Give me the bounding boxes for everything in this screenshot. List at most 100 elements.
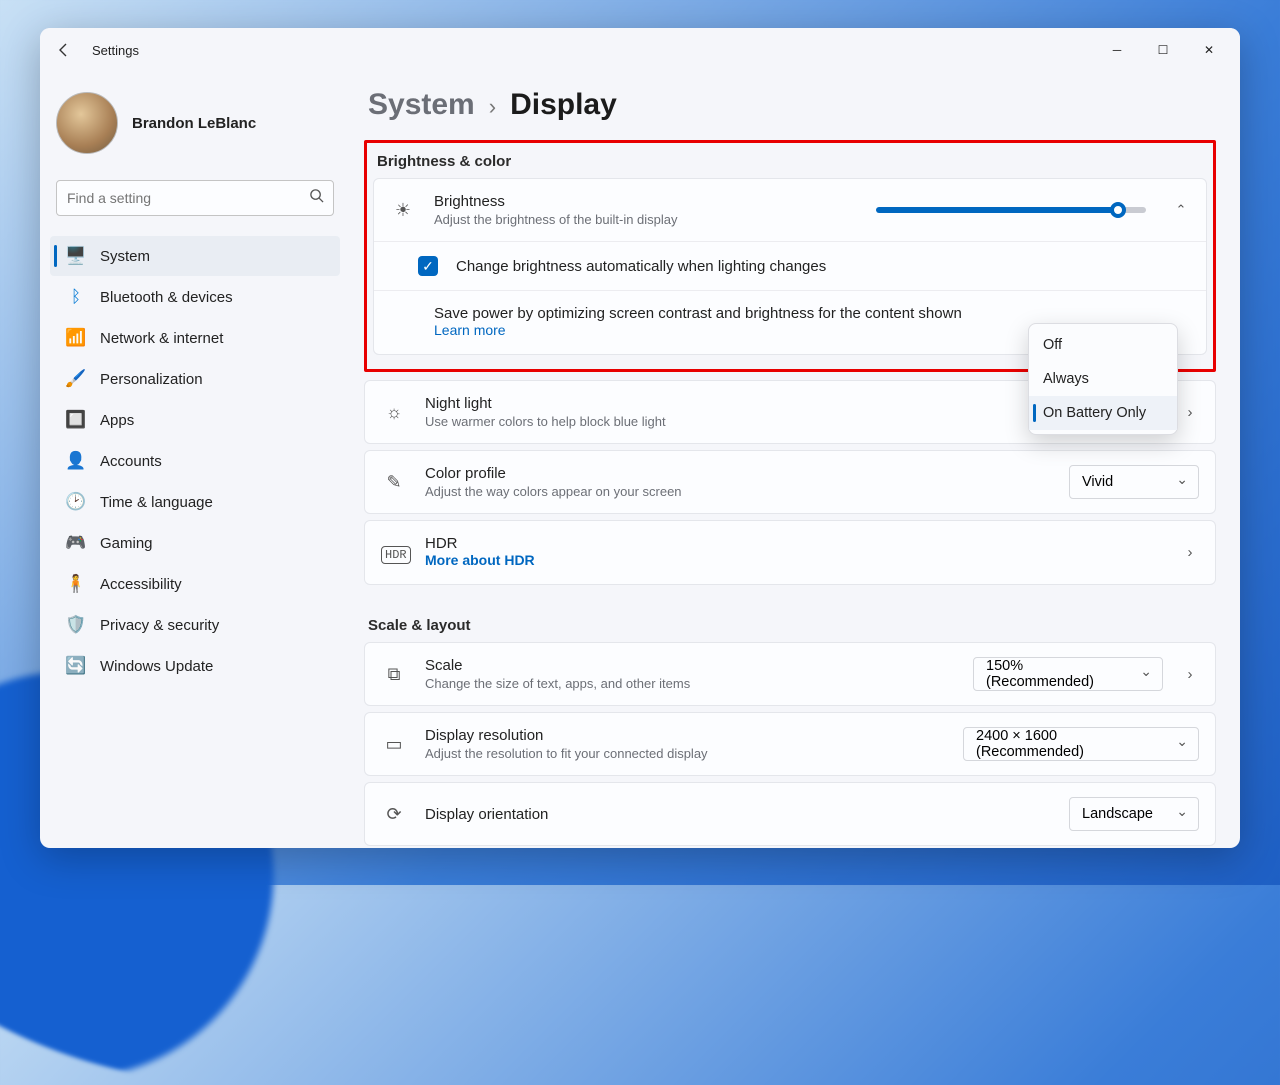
avatar <box>56 92 118 154</box>
brightness-title: Brightness <box>434 193 858 210</box>
window-controls: ─ ☐ ✕ <box>1094 34 1232 66</box>
resolution-icon: ▭ <box>381 734 407 755</box>
hdr-title: HDR <box>425 535 1163 552</box>
color-profile-sub: Adjust the way colors appear on your scr… <box>425 484 1051 499</box>
orientation-title: Display orientation <box>425 806 1051 823</box>
pen-icon: ✎ <box>381 472 407 493</box>
display-icon: 🖥️ <box>66 246 86 266</box>
sun-icon: ☀ <box>390 200 416 221</box>
scale-icon: ⧉ <box>381 664 407 685</box>
chevron-right-icon: › <box>489 94 496 120</box>
accessibility-icon: 🧍 <box>66 574 86 594</box>
profile-name: Brandon LeBlanc <box>132 115 256 132</box>
chevron-right-icon[interactable]: › <box>1181 666 1199 683</box>
nav-label: Windows Update <box>100 658 213 675</box>
nav-label: Accounts <box>100 453 162 470</box>
brightness-slider[interactable] <box>876 207 1146 213</box>
hdr-card[interactable]: HDR HDR More about HDR › <box>364 520 1216 585</box>
maximize-button[interactable]: ☐ <box>1140 34 1186 66</box>
scale-card[interactable]: ⧉ Scale Change the size of text, apps, a… <box>364 642 1216 706</box>
nav: 🖥️ System ᛒ Bluetooth & devices 📶 Network &… <box>50 236 340 686</box>
color-profile-title: Color profile <box>425 465 1051 482</box>
nav-apps[interactable]: 🔲 Apps <box>50 400 340 440</box>
dropdown-option-off[interactable]: Off <box>1029 328 1177 362</box>
breadcrumb: System › Display <box>364 88 1216 122</box>
nav-accessibility[interactable]: 🧍 Accessibility <box>50 564 340 604</box>
hdr-icon: HDR <box>381 542 407 563</box>
clock-icon: 🕑 <box>66 492 86 512</box>
dropdown-option-battery[interactable]: On Battery Only <box>1029 396 1177 430</box>
nav-gaming[interactable]: 🎮 Gaming <box>50 523 340 563</box>
chevron-right-icon[interactable]: › <box>1181 544 1199 561</box>
brightness-sub: Adjust the brightness of the built-in di… <box>434 212 858 227</box>
resolution-select[interactable]: 2400 × 1600 (Recommended) <box>963 727 1199 761</box>
color-profile-card: ✎ Color profile Adjust the way colors ap… <box>364 450 1216 514</box>
scale-sub: Change the size of text, apps, and other… <box>425 676 955 691</box>
scale-select[interactable]: 150% (Recommended) <box>973 657 1163 691</box>
search-input[interactable] <box>56 180 334 216</box>
nav-system[interactable]: 🖥️ System <box>50 236 340 276</box>
nav-label: Network & internet <box>100 330 223 347</box>
settings-window: Settings ─ ☐ ✕ Brandon LeBlanc 🖥️ System … <box>40 28 1240 848</box>
apps-icon: 🔲 <box>66 410 86 430</box>
content: System › Display Brightness & color ☀ Br… <box>350 72 1240 848</box>
breadcrumb-parent[interactable]: System <box>368 88 475 122</box>
nav-label: Accessibility <box>100 576 182 593</box>
nav-privacy[interactable]: 🛡️ Privacy & security <box>50 605 340 645</box>
resolution-title: Display resolution <box>425 727 945 744</box>
sidebar: Brandon LeBlanc 🖥️ System ᛒ Bluetooth & de… <box>40 72 350 848</box>
chevron-up-icon[interactable]: ⌃ <box>1172 202 1190 218</box>
nav-time-language[interactable]: 🕑 Time & language <box>50 482 340 522</box>
orientation-icon: ⟳ <box>381 804 407 825</box>
moon-icon: ☼ <box>381 402 407 423</box>
nav-label: Gaming <box>100 535 153 552</box>
minimize-button[interactable]: ─ <box>1094 34 1140 66</box>
wifi-icon: 📶 <box>66 328 86 348</box>
content-adaptive-row: Save power by optimizing screen contrast… <box>374 290 1206 354</box>
nav-label: Bluetooth & devices <box>100 289 233 306</box>
bluetooth-icon: ᛒ <box>66 287 86 307</box>
night-light-sub: Use warmer colors to help block blue lig… <box>425 414 1054 429</box>
auto-brightness-row[interactable]: ✓ Change brightness automatically when l… <box>374 241 1206 290</box>
back-button[interactable] <box>48 34 80 66</box>
resolution-sub: Adjust the resolution to fit your connec… <box>425 746 945 761</box>
nav-bluetooth[interactable]: ᛒ Bluetooth & devices <box>50 277 340 317</box>
orientation-card: ⟳ Display orientation Landscape <box>364 782 1216 846</box>
nav-personalization[interactable]: 🖌️ Personalization <box>50 359 340 399</box>
scale-title: Scale <box>425 657 955 674</box>
breadcrumb-current: Display <box>510 88 617 122</box>
profile[interactable]: Brandon LeBlanc <box>50 82 340 172</box>
close-button[interactable]: ✕ <box>1186 34 1232 66</box>
update-icon: 🔄 <box>66 656 86 676</box>
auto-brightness-checkbox[interactable]: ✓ <box>418 256 438 276</box>
nav-label: Time & language <box>100 494 213 511</box>
nav-label: System <box>100 248 150 265</box>
arrow-left-icon <box>56 42 72 58</box>
content-adaptive-text: Save power by optimizing screen contrast… <box>434 305 1190 322</box>
brush-icon: 🖌️ <box>66 369 86 389</box>
learn-more-link[interactable]: Learn more <box>434 322 506 338</box>
orientation-select[interactable]: Landscape <box>1069 797 1199 831</box>
search-icon <box>309 188 324 207</box>
shield-icon: 🛡️ <box>66 615 86 635</box>
nav-label: Personalization <box>100 371 203 388</box>
nav-accounts[interactable]: 👤 Accounts <box>50 441 340 481</box>
color-profile-select[interactable]: Vivid <box>1069 465 1199 499</box>
person-icon: 👤 <box>66 451 86 471</box>
brightness-row: ☀ Brightness Adjust the brightness of th… <box>374 179 1206 241</box>
nav-label: Apps <box>100 412 134 429</box>
hdr-link[interactable]: More about HDR <box>425 552 535 568</box>
section-scale-layout-title: Scale & layout <box>368 617 1216 634</box>
night-light-title: Night light <box>425 395 1054 412</box>
gamepad-icon: 🎮 <box>66 533 86 553</box>
brightness-card: ☀ Brightness Adjust the brightness of th… <box>373 178 1207 355</box>
titlebar: Settings ─ ☐ ✕ <box>40 28 1240 72</box>
highlight-annotation: Brightness & color ☀ Brightness Adjust t… <box>364 140 1216 372</box>
window-title: Settings <box>92 43 139 58</box>
content-adaptive-dropdown: Off Always On Battery Only <box>1028 323 1178 435</box>
nav-network[interactable]: 📶 Network & internet <box>50 318 340 358</box>
chevron-right-icon[interactable]: › <box>1181 404 1199 421</box>
nav-windows-update[interactable]: 🔄 Windows Update <box>50 646 340 686</box>
nav-label: Privacy & security <box>100 617 219 634</box>
dropdown-option-always[interactable]: Always <box>1029 362 1177 396</box>
